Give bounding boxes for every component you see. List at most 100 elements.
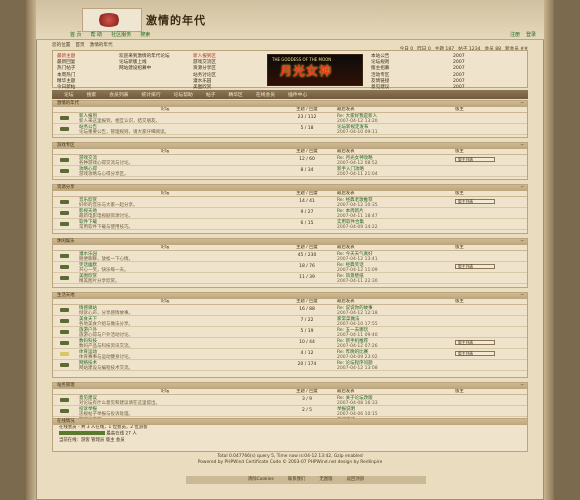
forum-status-cell [53, 208, 77, 218]
banner-title: 月光女神 [280, 64, 333, 78]
tab-search[interactable]: 搜索 [87, 91, 97, 98]
collapse-icon[interactable]: − [520, 293, 524, 299]
nav-home[interactable]: 首 页 [70, 31, 82, 38]
forum-status-cell [53, 262, 77, 272]
moderator-cell: 版主列表 [455, 262, 525, 272]
column-count: 主题 / 回复 [296, 245, 318, 250]
tab-help[interactable]: 论坛帮助 [174, 91, 193, 98]
column-count: 主题 / 回复 [296, 149, 318, 154]
forum-status-cell [53, 155, 77, 165]
user-nav: 注册 登录 [510, 31, 536, 38]
forum-description: 论坛重要公告，管理规则，请大家仔细阅读。 [79, 130, 169, 136]
footer-link-cookies[interactable]: 清除Cookies [248, 477, 274, 483]
tab-posts[interactable]: 帖子 [206, 91, 216, 98]
tab-forum[interactable]: 论坛 [64, 91, 74, 98]
folder-icon [60, 398, 69, 402]
notice-item-2[interactable]: 网站建设招募中 [119, 66, 191, 72]
moderator-select[interactable]: 版主列表 [455, 351, 495, 356]
forum-section: 资源分享 − 论坛 主题 / 回复 最后发表 版主 音乐欣赏 好听的音乐与大家一起分享。 14 … [52, 184, 528, 234]
column-forum: 论坛 [160, 299, 170, 304]
forum-row: 数码科技 数码产品与科技资讯交流。 10 / 44 Re: 新手机推荐 2007-04-… [53, 338, 527, 349]
forum-info: 意见建议 对论坛有什么意见和建议请在这里提出。 [77, 395, 277, 406]
section-header[interactable]: 激情的年代 − [53, 101, 527, 107]
moderator-cell: 版主列表 [455, 155, 525, 165]
online-header[interactable]: 在线情况 [53, 419, 527, 425]
forum-status-cell [53, 395, 77, 405]
forum-info: 投诉举报 违规帖子举报与投诉处理。 [77, 406, 277, 417]
forum-info: 笑话幽默 开心一笑，快乐每一天。 [77, 262, 277, 273]
moderator-select[interactable]: 版主列表 [455, 340, 495, 345]
moderator-cell [455, 124, 525, 134]
tab-ranking[interactable]: 统计排行 [141, 91, 160, 98]
nav-search[interactable]: 搜索 [140, 31, 150, 38]
column-mod: 版主 [455, 149, 464, 154]
footer-link-wap[interactable]: 无图版 [319, 477, 332, 483]
login-link[interactable]: 登录 [526, 31, 536, 38]
moderator-select[interactable]: 版主列表 [455, 264, 495, 269]
collapse-icon[interactable]: − [520, 101, 524, 107]
moderator-select[interactable]: 版主列表 [455, 157, 495, 162]
register-link[interactable]: 注册 [510, 31, 520, 38]
ad-banner[interactable]: THE GODDESS OF THE MOON 月光女神 [267, 54, 363, 86]
tab-plugins[interactable]: 插件中心 [288, 91, 307, 98]
collapse-icon[interactable]: − [520, 143, 524, 149]
forum-page: 激情的年代 首 页 帮 助 社区服务 搜索 注册 登录 您的位置 首页 激情的年… [26, 0, 544, 500]
tab-online[interactable]: 在线会员 [256, 91, 275, 98]
column-mod: 版主 [455, 389, 464, 394]
forum-row: 音乐欣赏 好听的音乐与大家一起分享。 14 / 41 Re: 经典老歌推荐 2007-0… [53, 197, 527, 208]
moderator-cell: 版主列表 [455, 349, 525, 359]
section-header[interactable]: 休闲娱乐 − [53, 239, 527, 245]
column-last: 最后发表 [337, 149, 355, 154]
forum-info: 网络技术 网站建设与编程技术交流。 [77, 360, 277, 371]
last-post-date: 2007-04-09 14:22 [337, 225, 378, 231]
folder-icon [60, 319, 69, 323]
tab-digest[interactable]: 精华区 [228, 91, 242, 98]
section-header[interactable]: 资源分享 − [53, 185, 527, 191]
folder-icon [60, 363, 69, 367]
last-post-date: 2007-04-12 13:08 [337, 366, 378, 372]
footer-link-top[interactable]: 返回顶部 [347, 477, 365, 483]
topic-reply-count: 20 / 174 [297, 362, 317, 367]
notice-left-items: 欢迎来到激情的年代论坛 论坛新版上线 网站建设招募中 [119, 54, 191, 73]
last-post: Re: 大家好我是新人 2007-04-12 13:20 [337, 113, 455, 124]
section-header[interactable]: 站务管理 − [53, 383, 527, 389]
topic-reply-count: 9 / 27 [300, 210, 314, 215]
moderator-cell: 版主列表 [455, 338, 525, 348]
nav-services[interactable]: 社区服务 [111, 31, 131, 38]
section-title: 激情的年代 [57, 101, 79, 106]
topic-reply-count: 8 / 34 [300, 168, 314, 173]
moderator-cell [455, 113, 525, 123]
section-header[interactable]: 游戏专区 − [53, 143, 527, 149]
topic-reply-count: 14 / 41 [299, 199, 315, 204]
forum-status-cell [53, 406, 77, 416]
moderator-select[interactable]: 版主列表 [455, 199, 495, 204]
last-post-date: 2007-04-10 09:11 [337, 130, 378, 136]
online-line-2: 最高在线 27 人 [106, 431, 137, 437]
column-mod: 版主 [455, 191, 464, 196]
folder-icon [60, 330, 69, 334]
last-post: Re: 说说你的故事 2007-04-12 12:18 [337, 305, 455, 316]
main-nav: 首 页 帮 助 社区服务 搜索 [70, 31, 150, 38]
section-title: 游戏专区 [57, 143, 75, 148]
topic-reply-count: 16 / 88 [299, 307, 315, 312]
last-post: 论坛新规定发布 2007-04-10 09:11 [337, 124, 455, 136]
site-logo[interactable] [82, 8, 142, 32]
nav-help[interactable]: 帮 助 [91, 31, 103, 38]
forum-section: 生活天地 − 论坛 主题 / 回复 最后发表 版主 情感驿站 倾诉心声，分享感情故事。 16 /… [52, 292, 528, 378]
section-title: 资源分享 [57, 185, 75, 190]
topic-reply-count: 45 / 230 [297, 253, 317, 258]
last-post-date: 2007-04-11 21:04 [337, 172, 378, 178]
collapse-icon[interactable]: − [520, 383, 524, 389]
last-post: 实用软件合集 2007-04-09 14:22 [337, 219, 455, 231]
folder-icon [60, 211, 69, 215]
collapse-icon[interactable]: − [520, 185, 524, 191]
online-title: 在线情况 [57, 419, 75, 424]
section-header[interactable]: 生活天地 − [53, 293, 527, 299]
footer-link-contact[interactable]: 联系我们 [288, 477, 306, 483]
forum-status-cell [53, 113, 77, 123]
forum-status-cell [53, 316, 77, 326]
collapse-icon[interactable]: − [520, 239, 524, 245]
tab-members[interactable]: 会员列表 [109, 91, 128, 98]
column-mod: 版主 [455, 299, 464, 304]
online-bar [59, 431, 105, 435]
